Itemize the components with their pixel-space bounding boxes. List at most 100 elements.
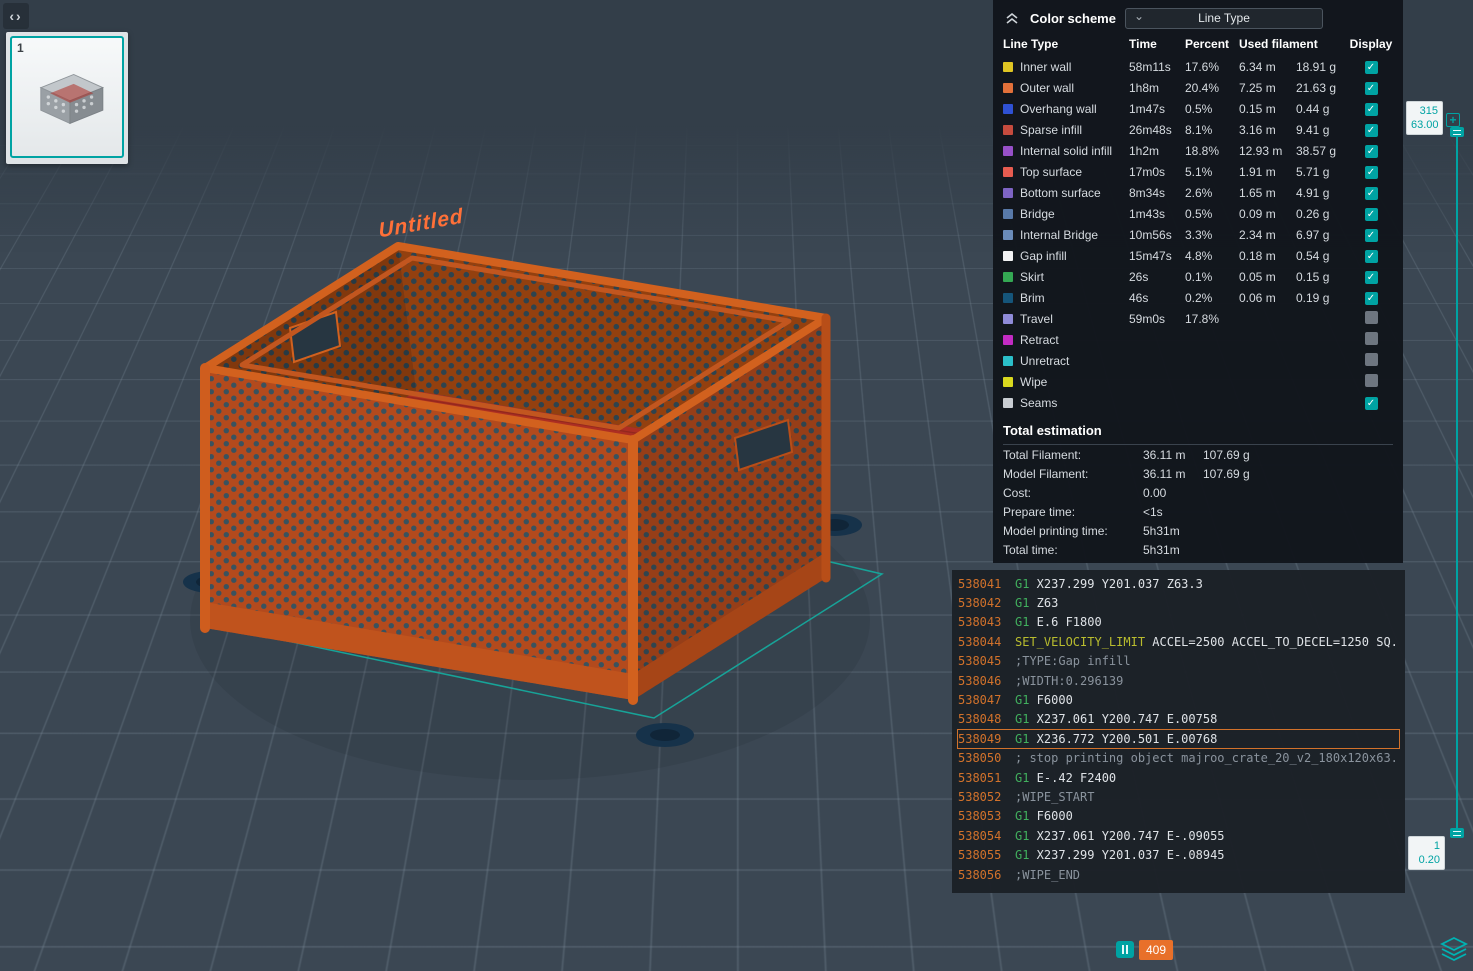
display-checkbox[interactable] (1365, 374, 1378, 387)
display-checkbox[interactable] (1365, 332, 1378, 345)
gcode-line[interactable]: 538051G1 E-.42 F2400 (957, 768, 1400, 787)
line-type-percent: 17.6% (1185, 60, 1239, 74)
gcode-line[interactable]: 538054 G1 X237.061 Y200.747 E-.09055 (957, 826, 1400, 845)
gcode-viewer-panel[interactable]: 538041G1 X237.299 Y201.037 Z63.3538042G1… (952, 570, 1405, 893)
gcode-line[interactable]: 538045;TYPE:Gap infill (957, 652, 1400, 671)
gcode-line-number: 538046 (958, 674, 1006, 688)
line-type-color-swatch (1003, 314, 1013, 324)
gcode-line[interactable]: 538047 G1 F6000 (957, 690, 1400, 709)
display-checkbox[interactable]: ✓ (1365, 292, 1378, 305)
gcode-line-text: G1 F6000 (1015, 809, 1073, 823)
gcode-line-text: G1 X237.061 Y200.747 E.00758 (1015, 712, 1217, 726)
line-type-filament-g: 0.26 g (1296, 207, 1349, 221)
line-type-color-swatch (1003, 62, 1013, 72)
line-type-label-cell: Seams (1003, 396, 1129, 410)
display-checkbox[interactable]: ✓ (1365, 397, 1378, 410)
display-checkbox[interactable]: ✓ (1365, 145, 1378, 158)
line-type-filament-g: 4.91 g (1296, 186, 1349, 200)
color-scheme-dropdown[interactable]: ⌄ Line Type (1125, 8, 1323, 29)
display-checkbox[interactable]: ✓ (1365, 166, 1378, 179)
display-checkbox[interactable]: ✓ (1365, 61, 1378, 74)
layer-slider-track[interactable] (1456, 131, 1458, 834)
gcode-line-number: 538047 (958, 693, 1006, 707)
add-pause-button[interactable]: + (1446, 113, 1460, 127)
display-checkbox[interactable]: ✓ (1365, 124, 1378, 137)
layers-view-icon[interactable] (1440, 936, 1468, 964)
estimation-value-1: 5h31m (1143, 524, 1203, 538)
line-type-label: Internal Bridge (1020, 228, 1098, 242)
gcode-line[interactable]: 538056;WIPE_END (957, 865, 1400, 884)
display-checkbox[interactable]: ✓ (1365, 82, 1378, 95)
line-type-filament-m: 0.18 m (1239, 249, 1296, 263)
gcode-line-text: G1 X237.061 Y200.747 E-.09055 (1015, 829, 1225, 843)
gcode-line-number: 538053 (958, 809, 1006, 823)
line-type-label-cell: Bridge (1003, 207, 1129, 221)
display-checkbox[interactable]: ✓ (1365, 187, 1378, 200)
gcode-line[interactable]: 538046;WIDTH:0.296139 (957, 671, 1400, 690)
line-type-row: Sparse infill26m48s8.1%3.16 m9.41 g✓ (1003, 119, 1393, 140)
gcode-line-text: G1 Z63 (1015, 596, 1058, 610)
line-type-label: Unretract (1020, 354, 1069, 368)
color-scheme-bar: Color scheme ⌄ Line Type (1003, 4, 1393, 32)
display-checkbox[interactable]: ✓ (1365, 208, 1378, 221)
line-type-color-swatch (1003, 251, 1013, 261)
gcode-line-text: G1 F6000 (1015, 693, 1073, 707)
layer-slider-lower-handle[interactable] (1450, 828, 1464, 838)
layer-slider-top-value[interactable]: 315 63.00 (1406, 101, 1443, 135)
line-type-label-cell: Brim (1003, 291, 1129, 305)
gcode-line[interactable]: 538042G1 Z63 (957, 593, 1400, 612)
display-checkbox-cell: ✓ (1349, 164, 1393, 180)
display-checkbox[interactable] (1365, 353, 1378, 366)
color-scheme-label: Color scheme (1030, 11, 1116, 26)
layer-top-height: 63.00 (1411, 118, 1438, 132)
plate-thumbnail[interactable]: 1 (10, 36, 124, 158)
total-estimation-row: Total Filament:36.11 m107.69 g (1003, 445, 1393, 464)
plate-thumbnail-image (22, 56, 116, 140)
gcode-line[interactable]: 538053 G1 F6000 (957, 807, 1400, 826)
gcode-line[interactable]: 538052;WIPE_START (957, 787, 1400, 806)
gcode-line-text: SET_VELOCITY_LIMIT ACCEL=2500 ACCEL_TO_D… (1015, 635, 1400, 649)
line-type-color-swatch (1003, 398, 1013, 408)
line-type-label-cell: Internal Bridge (1003, 228, 1129, 242)
gcode-line-number: 538054 (958, 829, 1006, 843)
orientation-cube[interactable]: z y Top Front Right x (8, 852, 138, 970)
gcode-line-text: G1 E.6 F1800 (1015, 615, 1102, 629)
line-type-percent: 4.8% (1185, 249, 1239, 263)
gcode-line[interactable]: 538044SET_VELOCITY_LIMIT ACCEL=2500 ACCE… (957, 632, 1400, 651)
line-type-label-cell: Internal solid infill (1003, 144, 1129, 158)
display-checkbox[interactable]: ✓ (1365, 250, 1378, 263)
gcode-lines: 538041G1 X237.299 Y201.037 Z63.3538042G1… (957, 574, 1400, 884)
gcode-line[interactable]: 538043 G1 E.6 F1800 (957, 613, 1400, 632)
collapse-panel-icon[interactable] (1003, 10, 1021, 26)
layer-slider-upper-handle[interactable] (1450, 127, 1464, 137)
move-slider-track[interactable] (302, 947, 1132, 952)
collapse-left-panel-button[interactable]: ‹› (3, 3, 29, 29)
gcode-line-number: 538043 (958, 615, 1006, 629)
display-checkbox-cell: ✓ (1349, 269, 1393, 285)
move-slider-value[interactable]: 409 (1139, 940, 1173, 960)
gcode-line-number: 538045 (958, 654, 1006, 668)
line-type-percent: 18.8% (1185, 144, 1239, 158)
display-checkbox[interactable]: ✓ (1365, 271, 1378, 284)
estimation-value-1: 36.11 m (1143, 448, 1203, 462)
estimation-value-1: 5h31m (1143, 543, 1203, 557)
line-type-filament-g: 0.19 g (1296, 291, 1349, 305)
display-checkbox[interactable]: ✓ (1365, 103, 1378, 116)
line-type-row: Outer wall1h8m20.4%7.25 m21.63 g✓ (1003, 77, 1393, 98)
line-type-color-swatch (1003, 356, 1013, 366)
display-checkbox-cell: ✓ (1349, 80, 1393, 96)
line-type-time: 10m56s (1129, 228, 1185, 242)
gcode-line[interactable]: 538050; stop printing object majroo_crat… (957, 749, 1400, 768)
display-checkbox[interactable]: ✓ (1365, 229, 1378, 242)
line-type-label-cell: Gap infill (1003, 249, 1129, 263)
gcode-line[interactable]: 538055G1 X237.299 Y201.037 E-.08945 (957, 845, 1400, 864)
gcode-line[interactable]: 538041G1 X237.299 Y201.037 Z63.3 (957, 574, 1400, 593)
line-type-row: Wipe (1003, 371, 1393, 392)
line-type-label-cell: Top surface (1003, 165, 1129, 179)
gcode-line[interactable]: 538049G1 X236.772 Y200.501 E.00768 (957, 729, 1400, 748)
gcode-line[interactable]: 538048G1 X237.061 Y200.747 E.00758 (957, 710, 1400, 729)
move-slider-handle[interactable] (1116, 941, 1134, 958)
line-type-label-cell: Inner wall (1003, 60, 1129, 74)
estimation-value-2: 107.69 g (1203, 467, 1250, 481)
display-checkbox[interactable] (1365, 311, 1378, 324)
